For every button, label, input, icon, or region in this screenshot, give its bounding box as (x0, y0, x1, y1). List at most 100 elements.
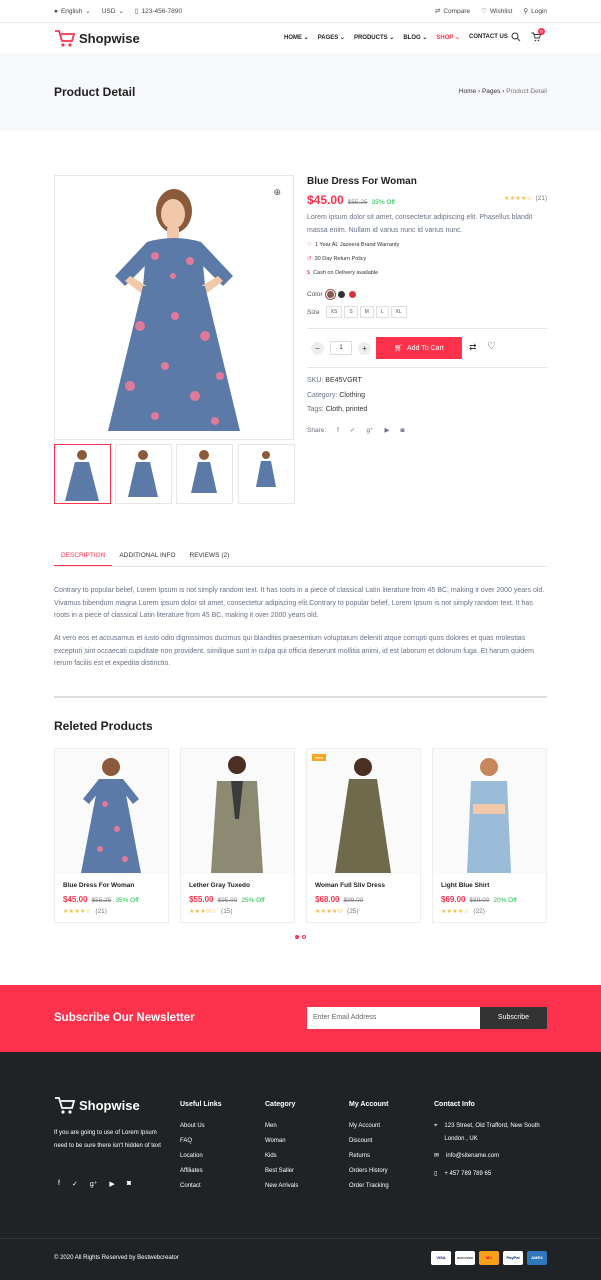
language-select[interactable]: ● English ⌄ (54, 7, 91, 16)
footer-link[interactable]: FAQ (180, 1134, 205, 1149)
tags-link[interactable]: Cloth, printed (326, 406, 368, 413)
thumbnail-2[interactable] (115, 444, 172, 504)
search-icon[interactable] (511, 32, 521, 42)
footer-link[interactable]: Woman (265, 1134, 298, 1149)
size-s[interactable]: S (344, 306, 358, 318)
size-xs[interactable]: XS (325, 306, 343, 318)
compare-link[interactable]: ⇄ Compare (434, 7, 470, 16)
thumbnail-3[interactable] (176, 444, 233, 504)
shuffle-icon: ⇄ (434, 8, 441, 15)
chevron-down-icon: ⌄ (118, 8, 124, 15)
youtube-icon[interactable]: ▶ (109, 1180, 114, 1188)
nav-contact[interactable]: CONTACT US (469, 34, 508, 41)
footer-link[interactable]: Kids (265, 1149, 298, 1164)
quantity-input[interactable]: 1 (330, 341, 352, 355)
category-link[interactable]: Clothing (339, 392, 365, 399)
product-name[interactable]: Blue Dress For Woman (63, 882, 134, 889)
product-card[interactable]: Blue Dress For Woman $45.00 $55.25 35% Off… (54, 748, 169, 923)
twitter-icon[interactable]: ✓ (72, 1180, 78, 1188)
size-l[interactable]: L (375, 306, 389, 318)
product-card[interactable]: Lether Gray Tuxedo $55.00 $95.00 25% Off ★… (180, 748, 295, 923)
product-name[interactable]: Lether Gray Tuxedo (189, 882, 250, 889)
footer-social: f ✓ g⁺ ▶ ◙ (58, 1180, 131, 1188)
breadcrumb-home[interactable]: Home (459, 88, 476, 95)
footer-link[interactable]: Location (180, 1149, 205, 1164)
footer-link[interactable]: Orders History (349, 1164, 389, 1179)
google-plus-icon[interactable]: g⁺ (90, 1180, 98, 1188)
logo[interactable]: Shopwise (54, 29, 140, 48)
footer-link[interactable]: Men (265, 1119, 298, 1134)
instagram-icon[interactable]: ◙ (400, 427, 404, 434)
product-card[interactable]: New Woman Full Sliv Dress $68.00 $99.00 ★… (306, 748, 421, 923)
nav-shop[interactable]: SHOP ⌄ (436, 34, 460, 41)
wishlist-link[interactable]: ♡ Wishlist (481, 7, 512, 16)
footer-link[interactable]: My Account (349, 1119, 389, 1134)
email-input[interactable]: Enter Email Address (307, 1007, 480, 1029)
twitter-icon[interactable]: ✓ (350, 426, 355, 434)
footer-link[interactable]: Discount (349, 1134, 389, 1149)
wishlist-heart-icon[interactable]: ♡ (487, 341, 496, 352)
header-icons: 0 (511, 28, 545, 42)
color-swatch-red[interactable] (348, 291, 356, 298)
quantity-minus-button[interactable]: − (311, 341, 324, 355)
youtube-icon[interactable]: ▶ (384, 426, 389, 434)
cart-count-badge: 0 (538, 28, 545, 35)
color-swatch-black[interactable] (337, 291, 345, 298)
product-rating: ★★★★☆ (21) (504, 195, 547, 202)
star-rating: ★★★★☆ (504, 196, 533, 202)
location-pin-icon: ⌖ (434, 1123, 438, 1129)
google-plus-icon[interactable]: g⁺ (366, 426, 373, 434)
tab-description[interactable]: DESCRIPTION (54, 547, 113, 566)
contact-email[interactable]: ✉ info@sitename.com (434, 1150, 499, 1163)
nav-blog[interactable]: BLOG ⌄ (403, 34, 427, 41)
footer-link[interactable]: About Us (180, 1119, 205, 1134)
thumbnail-4[interactable] (238, 444, 295, 504)
subscribe-button[interactable]: Subscribe (480, 1007, 547, 1029)
login-link[interactable]: ⚲ Login (523, 7, 547, 16)
footer-link[interactable]: Contact (180, 1179, 205, 1194)
carousel-dot[interactable] (302, 935, 306, 939)
nav-pages[interactable]: PAGES ⌄ (318, 34, 345, 41)
size-xl[interactable]: XL (390, 306, 407, 318)
footer-link[interactable]: Order Tracking (349, 1179, 389, 1194)
footer-link[interactable]: Affiliates (180, 1164, 205, 1179)
add-to-cart-button[interactable]: 🛒︎ Add To Cart (376, 337, 462, 359)
instagram-icon[interactable]: ◙ (127, 1180, 131, 1188)
color-swatch-brown[interactable] (324, 289, 336, 300)
category-list: Men Woman Kids Best Saller New Arrivals (265, 1119, 298, 1194)
product-name[interactable]: Light Blue Shirt (441, 882, 489, 889)
carousel-dot-active[interactable] (295, 935, 299, 939)
product-main-image[interactable]: ⊕ (54, 175, 294, 440)
product-price: $55.00 $95.00 25% Off (189, 895, 265, 904)
quantity-plus-button[interactable]: + (358, 341, 371, 355)
facebook-icon[interactable]: f (337, 427, 339, 434)
compare-icon[interactable]: ⇄ (469, 342, 477, 353)
breadcrumb-pages[interactable]: Pages (482, 88, 500, 95)
account-heading: My Account (349, 1101, 389, 1108)
cart-button[interactable]: 0 (531, 28, 545, 42)
currency-select[interactable]: USD ⌄ (102, 7, 124, 16)
nav-products[interactable]: PRODUCTS ⌄ (354, 34, 394, 41)
useful-links-heading: Useful Links (180, 1101, 222, 1108)
size-picker: Size XS S M L XL (307, 306, 407, 318)
product-image (55, 749, 168, 875)
zoom-icon[interactable]: ⊕ (273, 187, 281, 198)
facebook-icon[interactable]: f (58, 1180, 60, 1188)
product-name[interactable]: Woman Full Sliv Dress (315, 882, 385, 889)
tab-reviews[interactable]: REVIEWS (2) (183, 547, 237, 566)
footer-link[interactable]: Best Saller (265, 1164, 298, 1179)
tab-additional-info[interactable]: ADDITIONAL INFO (112, 547, 182, 566)
footer-link[interactable]: Returns (349, 1149, 389, 1164)
product-rating: ★★★★☆ (22) (441, 908, 485, 915)
paypal-icon: PayPal (503, 1251, 523, 1265)
nav-home[interactable]: HOME ⌄ (284, 34, 309, 41)
product-card[interactable]: Light Blue Shirt $69.00 $89.00 20% Off ★★★… (432, 748, 547, 923)
thumbnail-1[interactable] (54, 444, 111, 504)
account-list: My Account Discount Returns Orders Histo… (349, 1119, 389, 1194)
size-m[interactable]: M (359, 306, 374, 318)
footer-logo[interactable]: Shopwise (54, 1096, 140, 1115)
discount: 35% Off (371, 199, 395, 206)
chevron-down-icon: ⌄ (85, 8, 91, 15)
footer-link[interactable]: New Arrivals (265, 1179, 298, 1194)
main-nav: HOME ⌄ PAGES ⌄ PRODUCTS ⌄ BLOG ⌄ SHOP ⌄ … (284, 34, 508, 41)
